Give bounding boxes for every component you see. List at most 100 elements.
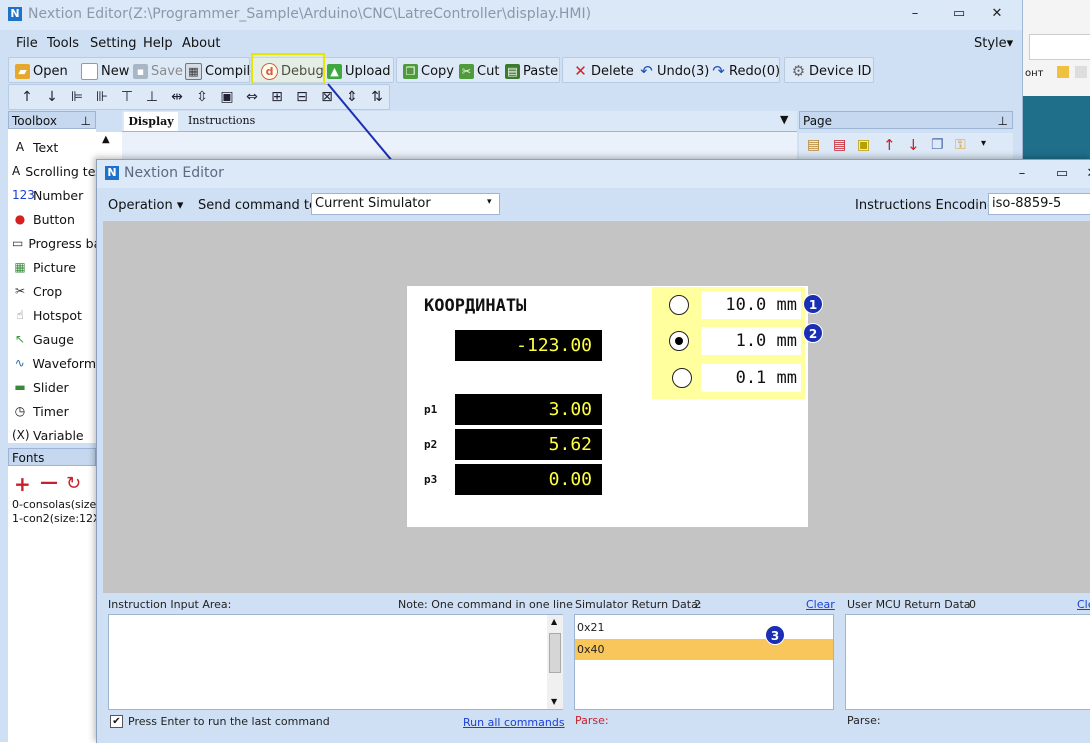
toolbox-item-waveform[interactable]: ∿ Waveform — [12, 352, 96, 374]
toolbox-item-scrolling-text[interactable]: A Scrolling text — [12, 160, 96, 182]
align-right-icon[interactable]: ⊪ — [94, 89, 110, 105]
scroll-up-icon[interactable]: ▲ — [551, 617, 557, 626]
toolbox-item-slider[interactable]: ▬ Slider — [12, 376, 96, 398]
remove-font-icon[interactable]: — — [40, 472, 58, 493]
compile-button[interactable]: ▦ Compile — [185, 62, 258, 80]
toolbox-scrollbar[interactable]: ▲ — [96, 132, 122, 160]
p2-value-display[interactable]: 5.62 — [455, 429, 602, 460]
p1-value-display[interactable]: 3.00 — [455, 394, 602, 425]
page-more-icon[interactable]: ▾ — [981, 138, 986, 149]
menu-help[interactable]: Help — [143, 36, 173, 51]
toolbox-item-variable[interactable]: (X) Variable — [12, 424, 96, 446]
font-item[interactable]: 1-con2(size:12X2) — [12, 512, 96, 525]
toolbox-item-progress-bar[interactable]: ▭ Progress bar — [12, 232, 96, 254]
toolbox-item-gauge[interactable]: ↖ Gauge — [12, 328, 96, 350]
mcu-return-list[interactable] — [845, 614, 1090, 710]
new-file-icon — [81, 62, 98, 80]
close-button[interactable]: ✕ — [982, 4, 1012, 24]
undo-button[interactable]: ↶ Undo(3) — [639, 62, 709, 80]
font-item[interactable]: 0-consolas(size:8) — [12, 498, 96, 511]
page-down-icon[interactable]: ↓ — [907, 136, 920, 154]
close-button[interactable]: ✕ — [1077, 164, 1090, 184]
step-radio-1mm[interactable] — [669, 331, 689, 351]
tab-display[interactable]: Display — [124, 112, 178, 131]
toolbox-item-label: Waveform — [32, 355, 96, 371]
simulator-return-list[interactable]: 0x21 0x40 — [574, 614, 834, 710]
run-all-commands-link[interactable]: Run all commands — [463, 716, 565, 729]
same-width-icon[interactable]: ⇔ — [244, 89, 260, 105]
instruction-input-area[interactable]: ▲ ▼ — [108, 614, 563, 710]
spacing-equal-icon[interactable]: ⊟ — [294, 89, 310, 105]
return-item[interactable]: 0x21 — [577, 621, 605, 634]
scroll-up-icon[interactable]: ▲ — [102, 134, 110, 145]
align-top-icon[interactable]: ⊤ — [119, 89, 135, 105]
chevron-down-icon: ▾ — [487, 197, 492, 207]
move-up-icon[interactable]: ↑ — [19, 89, 35, 105]
toolbox-item-picture[interactable]: ▦ Picture — [12, 256, 96, 278]
style-menu[interactable]: Style▾ — [974, 36, 1013, 51]
minimize-button[interactable]: – — [1007, 164, 1037, 184]
add-font-icon[interactable]: + — [14, 472, 31, 496]
tab-instructions[interactable]: Instructions — [188, 114, 255, 127]
upload-button[interactable]: ▲ Upload — [327, 62, 391, 80]
step-radio-01mm[interactable] — [672, 368, 692, 388]
toolbox-item-crop[interactable]: ✂ Crop — [12, 280, 96, 302]
toolbox-item-button[interactable]: ● Button — [12, 208, 96, 230]
main-value-display[interactable]: -123.00 — [455, 330, 602, 361]
move-down-icon[interactable]: ↓ — [44, 89, 60, 105]
input-scrollbar[interactable]: ▲ ▼ — [547, 615, 563, 709]
cut-button[interactable]: ✂ Cut — [459, 62, 499, 80]
return-item-selected[interactable]: 0x40 — [575, 639, 833, 660]
mcu-clear-link[interactable]: Cle — [1077, 598, 1090, 611]
menu-about[interactable]: About — [182, 36, 220, 51]
menu-tools[interactable]: Tools — [47, 36, 79, 51]
add-page-icon[interactable]: ▤ — [807, 137, 820, 153]
maximize-button[interactable]: ▭ — [1047, 164, 1077, 184]
toolbox-item-timer[interactable]: ◷ Timer — [12, 400, 96, 422]
spacing-horizontal-icon[interactable]: ⊞ — [269, 89, 285, 105]
new-button[interactable]: New — [81, 62, 129, 80]
align-left-icon[interactable]: ⊫ — [69, 89, 85, 105]
menu-setting[interactable]: Setting — [90, 36, 137, 51]
device-id-button[interactable]: ⚙ Device ID — [791, 62, 872, 80]
save-button[interactable]: ▪ Save — [133, 62, 183, 80]
center-horizontal-icon[interactable]: ⇹ — [169, 89, 185, 105]
toolbox-panel: Toolbox⊥ ATextAScrolling text123Number●B… — [8, 111, 96, 443]
operation-menu[interactable]: Operation ▾ — [108, 198, 183, 213]
align-bottom-icon[interactable]: ⊥ — [144, 89, 160, 105]
step-radio-10mm[interactable] — [669, 295, 689, 315]
same-size-icon[interactable]: ▣ — [219, 89, 235, 105]
paste-button[interactable]: ▤ Paste — [505, 62, 558, 80]
minimize-button[interactable]: – — [900, 4, 930, 24]
simulator-clear-link[interactable]: Clear — [806, 598, 835, 611]
delete-page-icon[interactable]: ▤ — [833, 137, 846, 153]
page-up-icon[interactable]: ↑ — [883, 136, 896, 154]
return-item-text: 0x40 — [577, 643, 605, 656]
menu-file[interactable]: File — [16, 36, 38, 51]
redo-button[interactable]: ↷ Redo(0) — [711, 62, 780, 80]
encoding-value: iso-8859-5 — [992, 196, 1062, 211]
pin-icon[interactable]: ⊥ — [998, 112, 1008, 130]
tab-dropdown-icon[interactable]: ▼ — [780, 113, 788, 126]
p3-value-display[interactable]: 0.00 — [455, 464, 602, 495]
import-page-icon[interactable]: ▣ — [857, 137, 870, 153]
scroll-down-icon[interactable]: ▼ — [551, 697, 557, 706]
copy-page-icon[interactable]: ❐ — [931, 137, 944, 153]
copy-button[interactable]: ❐ Copy — [403, 62, 454, 80]
press-enter-checkbox[interactable]: ✔ — [110, 715, 123, 728]
refresh-font-icon[interactable]: ↻ — [66, 473, 81, 494]
send-command-select[interactable]: Current Simulator ▾ — [311, 193, 500, 215]
toolbox-item-hotspot[interactable]: ☝ Hotspot — [12, 304, 96, 326]
center-vertical-icon[interactable]: ⇳ — [194, 89, 210, 105]
delete-button[interactable]: ✕ Delete — [573, 62, 634, 80]
page-attributes-icon[interactable]: ⚿ — [955, 137, 966, 153]
toolbox-item-text[interactable]: A Text — [12, 136, 96, 158]
encoding-select[interactable]: iso-8859-5 — [988, 193, 1090, 215]
step-value-01mm: 0.1 mm — [701, 364, 801, 392]
scroll-thumb[interactable] — [549, 633, 561, 673]
toolbox-item-number[interactable]: 123 Number — [12, 184, 96, 206]
maximize-button[interactable]: ▭ — [944, 4, 974, 24]
toolbox-item-label: Text — [33, 139, 59, 155]
open-button[interactable]: ▰ Open — [15, 62, 68, 80]
pin-icon[interactable]: ⊥ — [81, 112, 91, 130]
